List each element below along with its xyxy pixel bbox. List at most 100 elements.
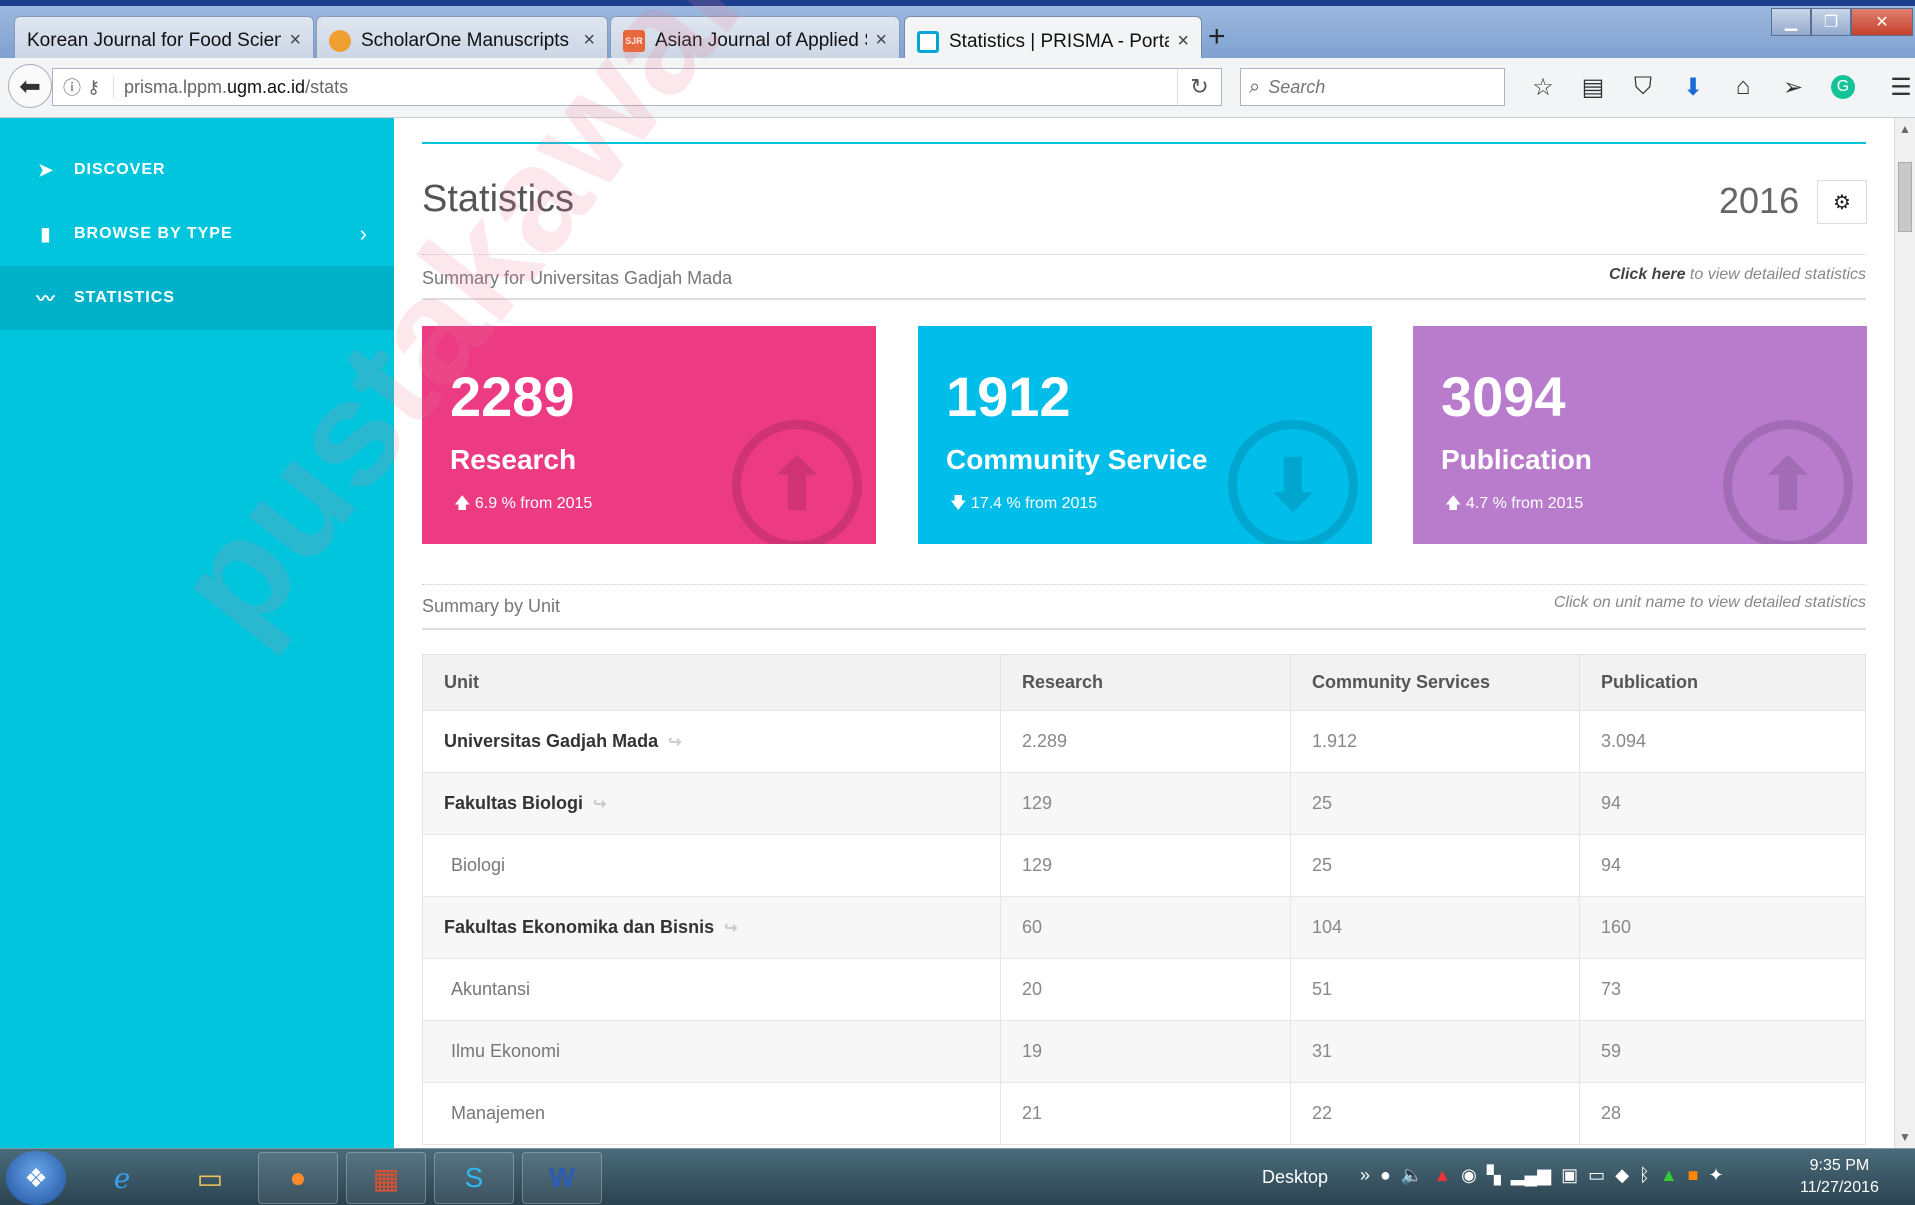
close-icon[interactable]: × [583, 29, 595, 52]
volume-icon[interactable]: 🔈 [1401, 1165, 1423, 1186]
key-icon[interactable]: ⚷ [87, 77, 113, 98]
system-clock[interactable]: 9:35 PM 11/27/2016 [1800, 1155, 1879, 1199]
tray-app-icon[interactable]: ◆ [1615, 1165, 1629, 1186]
tray-app-icon[interactable]: ▣ [1561, 1165, 1578, 1186]
new-tab-button[interactable]: + [1208, 20, 1226, 54]
acrobat-icon[interactable]: ▲ [1433, 1165, 1451, 1186]
publication-card[interactable]: 3094 Publication 🡅 4.7 % from 2015 ⬆ [1413, 326, 1867, 544]
office-app-icon[interactable]: ▦ [346, 1152, 426, 1204]
unit-statistics-table: Unit Research Community Services Publica… [422, 654, 1866, 1145]
unit-name-link[interactable]: Universitas Gadjah Mada ↪ [422, 710, 1001, 773]
unit-name-link[interactable]: Manajemen [422, 1082, 1001, 1145]
start-button[interactable]: ❖ [6, 1151, 66, 1205]
info-icon[interactable]: ⓘ [57, 74, 87, 100]
download-icon[interactable]: ⬇ [1668, 68, 1718, 106]
back-button[interactable]: ⬅ [8, 64, 52, 108]
close-icon[interactable]: × [1177, 30, 1189, 53]
community-cell: 1.912 [1290, 710, 1580, 773]
skype-icon[interactable]: S [434, 1152, 514, 1204]
publication-cell: 160 [1579, 896, 1866, 959]
home-icon[interactable]: ⌂ [1718, 68, 1768, 106]
grammarly-icon[interactable]: G [1818, 68, 1868, 106]
navigation-toolbar: ⬅ ⓘ ⚷ prisma.lppm.ugm.ac.id/stats ↻ ⌕ ☆ … [0, 58, 1915, 118]
tray-app-icon[interactable]: ✦ [1709, 1165, 1724, 1186]
column-header-research: Research [1000, 654, 1291, 711]
card-value: 3094 [1441, 365, 1566, 428]
table-row: Ilmu Ekonomi 19 31 59 [422, 1020, 1866, 1083]
firefox-icon[interactable]: ● [258, 1152, 338, 1204]
chevron-right-icon: › [359, 221, 368, 246]
unit-name-link[interactable]: Akuntansi [422, 958, 1001, 1021]
publication-cell: 94 [1579, 834, 1866, 897]
tray-app-icon[interactable]: ● [1380, 1165, 1391, 1186]
pocket-icon[interactable]: ⛉ [1618, 68, 1668, 106]
share-icon[interactable]: ↪ [593, 796, 606, 813]
sidebar-item-discover[interactable]: ➤ DISCOVER [0, 138, 394, 202]
tab-scholarone[interactable]: ScholarOne Manuscripts × [316, 16, 608, 64]
reload-button[interactable]: ↻ [1177, 69, 1221, 105]
sidebar-item-label: STATISTICS [74, 289, 175, 306]
tab-korean-journal[interactable]: Korean Journal for Food Scienc... × [14, 16, 314, 64]
url-text[interactable]: prisma.lppm.ugm.ac.id/stats [113, 76, 348, 98]
reading-list-icon[interactable]: ▤ [1568, 68, 1618, 106]
research-cell: 2.289 [1000, 710, 1291, 773]
community-cell: 104 [1290, 896, 1580, 959]
click-here-link[interactable]: Click here [1609, 266, 1685, 283]
signal-icon[interactable]: ▂▄▆ [1511, 1165, 1551, 1186]
book-icon: ▮ [40, 223, 52, 244]
card-change: 🡅 6.9 % from 2015 [454, 492, 592, 519]
detailed-stats-hint[interactable]: Click here to view detailed statistics [1609, 266, 1866, 284]
network-icon[interactable]: ▚ [1487, 1165, 1501, 1186]
divider [422, 254, 1866, 255]
share-icon[interactable]: ↪ [668, 734, 681, 751]
scroll-up-icon[interactable]: ▲ [1899, 122, 1911, 136]
bookmark-star-icon[interactable]: ☆ [1518, 68, 1568, 106]
publication-cell: 73 [1579, 958, 1866, 1021]
window-close-button[interactable]: ✕ [1851, 8, 1913, 36]
desktop-toolbar-label[interactable]: Desktop [1262, 1167, 1328, 1188]
community-service-card[interactable]: 1912 Community Service 🡇 17.4 % from 201… [918, 326, 1372, 544]
monitor-icon[interactable]: ▭ [1588, 1165, 1605, 1186]
prisma-favicon-icon [917, 30, 939, 53]
scroll-down-icon[interactable]: ▼ [1899, 1130, 1911, 1144]
sidebar-item-browse-by-type[interactable]: ▮ BROWSE BY TYPE › [0, 202, 394, 266]
settings-button[interactable]: ⚙ [1817, 180, 1867, 224]
unit-name-link[interactable]: Fakultas Ekonomika dan Bisnis ↪ [422, 896, 1001, 959]
word-icon[interactable]: W [522, 1152, 602, 1204]
chevron-icon[interactable]: » [1360, 1165, 1370, 1186]
divider [422, 584, 1866, 585]
research-card[interactable]: 2289 Research 🡅 6.9 % from 2015 ⬆ [422, 326, 876, 544]
internet-explorer-icon[interactable]: ℯ [82, 1152, 162, 1204]
sidebar: ➤ DISCOVER ▮ BROWSE BY TYPE › 〰 STATISTI… [0, 118, 394, 1148]
change-text: 6.9 % from 2015 [474, 495, 593, 512]
search-box[interactable]: ⌕ [1240, 68, 1505, 106]
paper-plane-icon: ➤ [37, 159, 55, 180]
file-explorer-icon[interactable]: ▭ [170, 1152, 250, 1204]
arrow-up-icon: 🡅 [1445, 495, 1462, 512]
research-cell: 129 [1000, 834, 1291, 897]
maximize-button[interactable]: ❐ [1811, 8, 1851, 36]
tray-app-icon[interactable]: ▲ [1660, 1165, 1678, 1186]
community-cell: 25 [1290, 834, 1580, 897]
card-label: Research [450, 444, 577, 475]
share-icon[interactable]: ↪ [724, 920, 737, 937]
send-icon[interactable]: ➢ [1768, 68, 1818, 106]
sidebar-item-statistics[interactable]: 〰 STATISTICS [0, 266, 394, 330]
unit-name-link[interactable]: Ilmu Ekonomi [422, 1020, 1001, 1083]
menu-icon[interactable]: ☰ [1876, 68, 1915, 106]
unit-name-link[interactable]: Biologi [422, 834, 1001, 897]
card-change: 🡅 4.7 % from 2015 [1445, 492, 1583, 519]
arrow-up-icon: 🡅 [454, 495, 471, 512]
bluetooth-icon[interactable]: ᛒ [1639, 1165, 1650, 1186]
minimize-button[interactable]: ▁ [1771, 8, 1811, 36]
scrollbar-thumb[interactable] [1898, 162, 1912, 232]
tab-asian-journal[interactable]: SJR Asian Journal of Applied Sc... × [610, 16, 900, 64]
close-icon[interactable]: × [289, 29, 301, 52]
unit-name-link[interactable]: Fakultas Biologi ↪ [422, 772, 1001, 835]
address-bar[interactable]: ⓘ ⚷ prisma.lppm.ugm.ac.id/stats ↻ [52, 68, 1222, 106]
vertical-scrollbar[interactable]: ▲ ▼ [1894, 118, 1915, 1148]
tray-app-icon[interactable]: ◉ [1461, 1165, 1477, 1186]
tray-app-icon[interactable]: ■ [1688, 1165, 1699, 1186]
search-input[interactable] [1268, 76, 1469, 98]
close-icon[interactable]: × [875, 29, 887, 52]
